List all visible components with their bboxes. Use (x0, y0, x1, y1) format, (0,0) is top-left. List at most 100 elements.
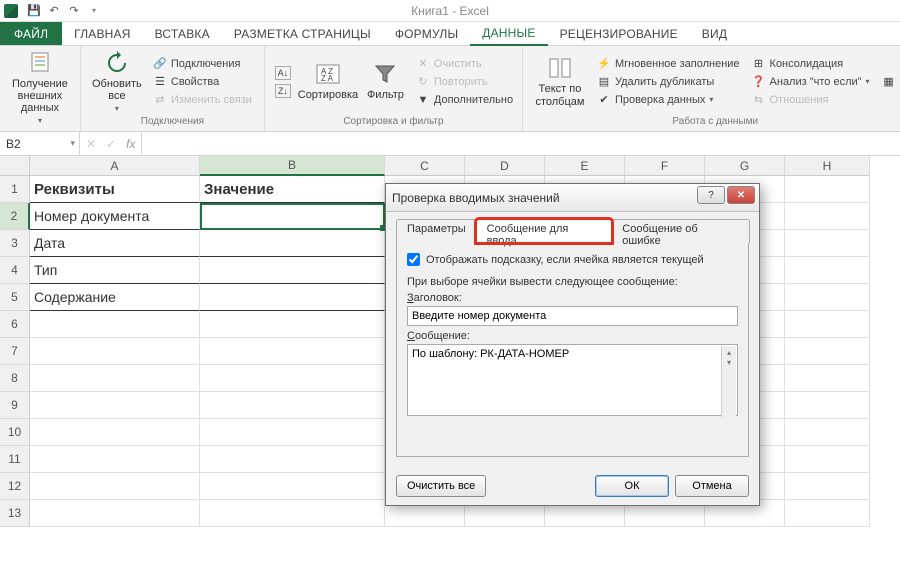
sort-az-button[interactable]: A↓ (273, 65, 293, 81)
sort-az-icon: A↓ (275, 66, 291, 80)
column-header-G[interactable]: G (705, 156, 785, 176)
group-sort-filter-label: Сортировка и фильтр (271, 115, 516, 129)
clear-filter-button[interactable]: ✕Очистить (414, 56, 515, 72)
cell-B4[interactable] (200, 257, 385, 284)
flash-fill-button[interactable]: ⚡Мгновенное заполнение (595, 56, 742, 72)
column-header-H[interactable]: H (785, 156, 870, 176)
relationships-button[interactable]: ⇆Отношения (750, 92, 872, 108)
tab-data[interactable]: ДАННЫЕ (470, 22, 547, 46)
dialog-close-button[interactable]: ✕ (727, 186, 755, 204)
row-header-12[interactable]: 12 (0, 473, 30, 500)
reapply-button[interactable]: ↻Повторить (414, 74, 515, 90)
text-to-columns-label: Текст по столбцам (535, 83, 584, 107)
formula-enter-button[interactable]: ✓ (106, 137, 116, 151)
group-rows-icon: ▦ (882, 75, 896, 89)
external-data-icon (26, 50, 54, 76)
cell-A2[interactable]: Номер документа (30, 203, 200, 230)
column-header-C[interactable]: C (385, 156, 465, 176)
consolidate-button[interactable]: ⊞Консолидация (750, 56, 872, 72)
group-data-tools-label: Работа с данными (529, 115, 900, 129)
tab-file[interactable]: ФАЙЛ (0, 22, 62, 45)
cell-B3[interactable] (200, 230, 385, 257)
text-to-columns-button[interactable]: Текст по столбцам (529, 48, 591, 115)
dialog-tab-error-alert[interactable]: Сообщение об ошибке (611, 219, 750, 243)
show-input-tooltip-checkbox[interactable]: Отображать подсказку, если ячейка являет… (407, 253, 738, 266)
refresh-all-button[interactable]: Обновить все ▾ (87, 48, 147, 115)
cancel-button[interactable]: Отмена (675, 475, 749, 497)
undo-button[interactable]: ↶ (44, 2, 64, 20)
row-header-1[interactable]: 1 (0, 176, 30, 203)
what-if-button[interactable]: ❓Анализ "что если" ▾ (750, 74, 872, 90)
formula-bar: B2 ✕ ✓ fx (0, 132, 900, 156)
row-header-2[interactable]: 2 (0, 203, 30, 230)
row-header-4[interactable]: 4 (0, 257, 30, 284)
flash-fill-icon: ⚡ (597, 57, 611, 71)
section-label: При выборе ячейки вывести следующее сооб… (407, 276, 738, 288)
column-header-D[interactable]: D (465, 156, 545, 176)
remove-duplicates-button[interactable]: ▤Удалить дубликаты (595, 74, 742, 90)
column-header-B[interactable]: B (200, 156, 385, 176)
row-header-11[interactable]: 11 (0, 446, 30, 473)
row-header-3[interactable]: 3 (0, 230, 30, 257)
connections-button[interactable]: 🔗Подключения (151, 56, 254, 72)
row-header-7[interactable]: 7 (0, 338, 30, 365)
row-header-6[interactable]: 6 (0, 311, 30, 338)
qat-customize[interactable]: ▾ (84, 2, 104, 20)
dialog-tab-parameters[interactable]: Параметры (396, 219, 477, 243)
group-connections-label: Подключения (87, 115, 258, 129)
cell-B2[interactable] (200, 203, 385, 230)
refresh-all-label: Обновить все (92, 78, 142, 102)
svg-text:Z A: Z A (321, 74, 334, 83)
cell-A4[interactable]: Тип (30, 257, 200, 284)
dialog-help-button[interactable]: ? (697, 186, 725, 204)
tab-formulas[interactable]: ФОРМУЛЫ (383, 22, 470, 45)
advanced-icon: ▼ (416, 93, 430, 107)
column-header-A[interactable]: A (30, 156, 200, 176)
save-button[interactable]: 💾 (24, 2, 44, 20)
row-header-9[interactable]: 9 (0, 392, 30, 419)
cell-A1[interactable]: Реквизиты (30, 176, 200, 203)
row-header-10[interactable]: 10 (0, 419, 30, 446)
filter-button[interactable]: Фильтр (361, 48, 410, 115)
show-tooltip-check[interactable] (407, 253, 420, 266)
tab-layout[interactable]: РАЗМЕТКА СТРАНИЦЫ (222, 22, 383, 45)
redo-button[interactable]: ↷ (64, 2, 84, 20)
name-box[interactable]: B2 (0, 132, 80, 155)
edit-links-button[interactable]: ⇄Изменить связи (151, 92, 254, 108)
cell-B5[interactable] (200, 284, 385, 311)
properties-button[interactable]: ☰Свойства (151, 74, 254, 90)
tooltip-title-input[interactable] (407, 306, 738, 326)
clear-all-button[interactable]: Очистить все (396, 475, 486, 497)
column-header-E[interactable]: E (545, 156, 625, 176)
tooltip-message-input[interactable] (407, 344, 738, 416)
dialog-tab-input-message[interactable]: Сообщение для ввода (476, 219, 613, 243)
row-header-5[interactable]: 5 (0, 284, 30, 311)
group-data-button[interactable]: ▦ (880, 74, 898, 90)
reapply-icon: ↻ (416, 75, 430, 89)
advanced-filter-button[interactable]: ▼Дополнительно (414, 92, 515, 108)
cell-A5[interactable]: Содержание (30, 284, 200, 311)
tab-review[interactable]: РЕЦЕНЗИРОВАНИЕ (548, 22, 690, 45)
insert-function-button[interactable]: fx (126, 137, 135, 151)
edit-links-icon: ⇄ (153, 93, 167, 107)
dialog-title-bar[interactable]: Проверка вводимых значений ? ✕ (386, 184, 759, 212)
cell-A3[interactable]: Дата (30, 230, 200, 257)
select-all-corner[interactable] (0, 156, 30, 176)
sort-button[interactable]: A ZZ A Сортировка (295, 48, 361, 115)
get-external-data-button[interactable]: Получение внешних данных ▾ (6, 48, 74, 127)
row-header-13[interactable]: 13 (0, 500, 30, 527)
data-validation-button[interactable]: ✔Проверка данных ▾ (595, 92, 742, 108)
column-header-F[interactable]: F (625, 156, 705, 176)
get-external-data-label: Получение внешних данных (12, 78, 68, 114)
tab-insert[interactable]: ВСТАВКА (143, 22, 222, 45)
tab-view[interactable]: ВИД (690, 22, 739, 45)
sort-za-button[interactable]: Z↓ (273, 83, 293, 99)
what-if-icon: ❓ (752, 75, 766, 89)
tab-home[interactable]: ГЛАВНАЯ (62, 22, 142, 45)
clear-icon: ✕ (416, 57, 430, 71)
row-header-8[interactable]: 8 (0, 365, 30, 392)
cell-B1[interactable]: Значение (200, 176, 385, 203)
formula-input[interactable] (142, 132, 900, 155)
formula-cancel-button[interactable]: ✕ (86, 137, 96, 151)
ok-button[interactable]: ОК (595, 475, 669, 497)
